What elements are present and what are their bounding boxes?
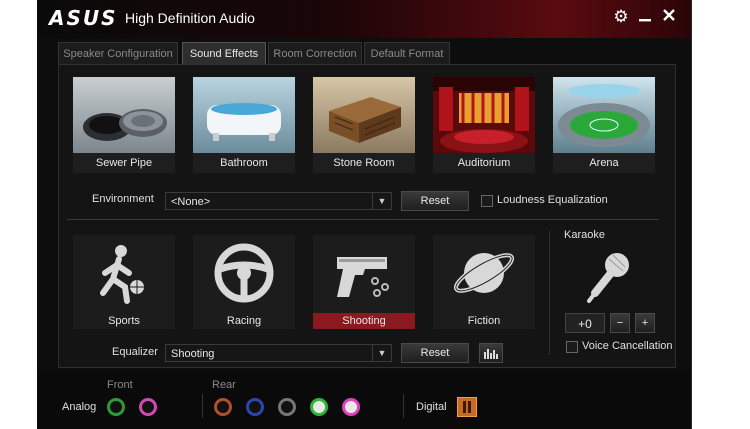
close-icon[interactable] — [658, 6, 680, 28]
voice-cancellation-checkbox[interactable] — [566, 341, 578, 353]
rear-label: Rear — [212, 379, 236, 391]
environment-select-value: <None> — [171, 196, 211, 208]
arena-image — [553, 77, 655, 153]
environment-label: Sewer Pipe — [95, 157, 153, 169]
minimize-icon[interactable] — [634, 6, 656, 28]
asus-logo: ASUS — [49, 6, 118, 30]
front-jack-green[interactable] — [107, 398, 125, 416]
loudness-equalization-checkbox[interactable] — [481, 195, 493, 207]
jack-divider — [403, 394, 404, 418]
pistol-icon — [313, 235, 415, 311]
chevron-down-icon: ▼ — [372, 193, 391, 209]
stone-room-image — [313, 77, 415, 153]
rear-jack-pink[interactable] — [342, 398, 360, 416]
sports-icon — [73, 235, 175, 311]
digital-label: Digital — [416, 401, 447, 413]
rear-jack-gray[interactable] — [278, 398, 296, 416]
equalizer-reset-button[interactable]: Reset — [401, 343, 469, 363]
microphone-icon — [577, 247, 637, 307]
equalizer-label: Equalizer — [112, 346, 158, 358]
tab-room-correction[interactable]: Room Correction — [268, 42, 362, 65]
bathroom-image — [193, 77, 295, 153]
digital-output-icon[interactable] — [457, 397, 477, 417]
section-divider — [67, 219, 659, 220]
preset-label: Fiction — [467, 315, 501, 327]
jack-divider — [202, 394, 203, 418]
sewer-pipe-image — [73, 77, 175, 153]
planet-icon — [433, 235, 535, 311]
window-title: High Definition Audio — [125, 10, 255, 26]
gear-icon[interactable]: ⚙ — [610, 6, 632, 28]
environment-label: Environment — [92, 193, 154, 205]
preset-shooting[interactable]: Shooting — [313, 235, 415, 329]
analog-label: Analog — [62, 401, 97, 413]
environment-arena[interactable]: Arena — [553, 77, 655, 173]
sound-effects-panel: Sewer Pipe Bathroom Stone Room Auditoriu… — [58, 64, 676, 368]
karaoke-label: Karaoke — [564, 229, 605, 241]
tab-default-format[interactable]: Default Format — [364, 42, 450, 65]
karaoke-minus-button[interactable]: − — [610, 313, 630, 333]
equalizer-select[interactable]: Shooting ▼ — [165, 344, 392, 362]
rear-jack-blue[interactable] — [246, 398, 264, 416]
environment-reset-button[interactable]: Reset — [401, 191, 469, 211]
environment-label: Bathroom — [220, 157, 268, 169]
preset-label: Sports — [108, 315, 140, 327]
preset-fiction[interactable]: Fiction — [433, 235, 535, 329]
rear-jack-green[interactable] — [310, 398, 328, 416]
tab-sound-effects[interactable]: Sound Effects — [182, 42, 266, 65]
front-label: Front — [107, 379, 133, 391]
environment-auditorium[interactable]: Auditorium — [433, 77, 535, 173]
karaoke-divider — [549, 231, 550, 355]
environment-select[interactable]: <None> ▼ — [165, 192, 392, 210]
steering-wheel-icon — [193, 235, 295, 311]
chevron-down-icon: ▼ — [372, 345, 391, 361]
environment-label: Arena — [589, 157, 619, 169]
preset-label: Shooting — [313, 313, 415, 329]
voice-cancellation-label: Voice Cancellation — [582, 340, 673, 352]
tab-speaker-configuration[interactable]: Speaker Configuration — [58, 42, 178, 65]
app-window: ASUS High Definition Audio ⚙ Speaker Con… — [37, 0, 692, 429]
preset-racing[interactable]: Racing — [193, 235, 295, 329]
environment-sewer-pipe[interactable]: Sewer Pipe — [73, 77, 175, 173]
equalizer-bars-icon[interactable] — [479, 343, 503, 363]
title-bar: ASUS High Definition Audio ⚙ — [37, 0, 691, 38]
karaoke-plus-button[interactable]: + — [635, 313, 655, 333]
preset-sports[interactable]: Sports — [73, 235, 175, 329]
karaoke-value: +0 — [565, 313, 605, 333]
front-jack-pink[interactable] — [139, 398, 157, 416]
environment-label: Stone Room — [333, 157, 395, 169]
preset-label: Racing — [226, 315, 262, 327]
environment-label: Auditorium — [457, 157, 511, 169]
rear-jack-orange[interactable] — [214, 398, 232, 416]
equalizer-select-value: Shooting — [171, 348, 215, 360]
environment-stone-room[interactable]: Stone Room — [313, 77, 415, 173]
jack-bar: Front Rear Analog Digital — [37, 370, 691, 429]
loudness-equalization-label: Loudness Equalization — [497, 194, 608, 206]
auditorium-image — [433, 77, 535, 153]
environment-bathroom[interactable]: Bathroom — [193, 77, 295, 173]
